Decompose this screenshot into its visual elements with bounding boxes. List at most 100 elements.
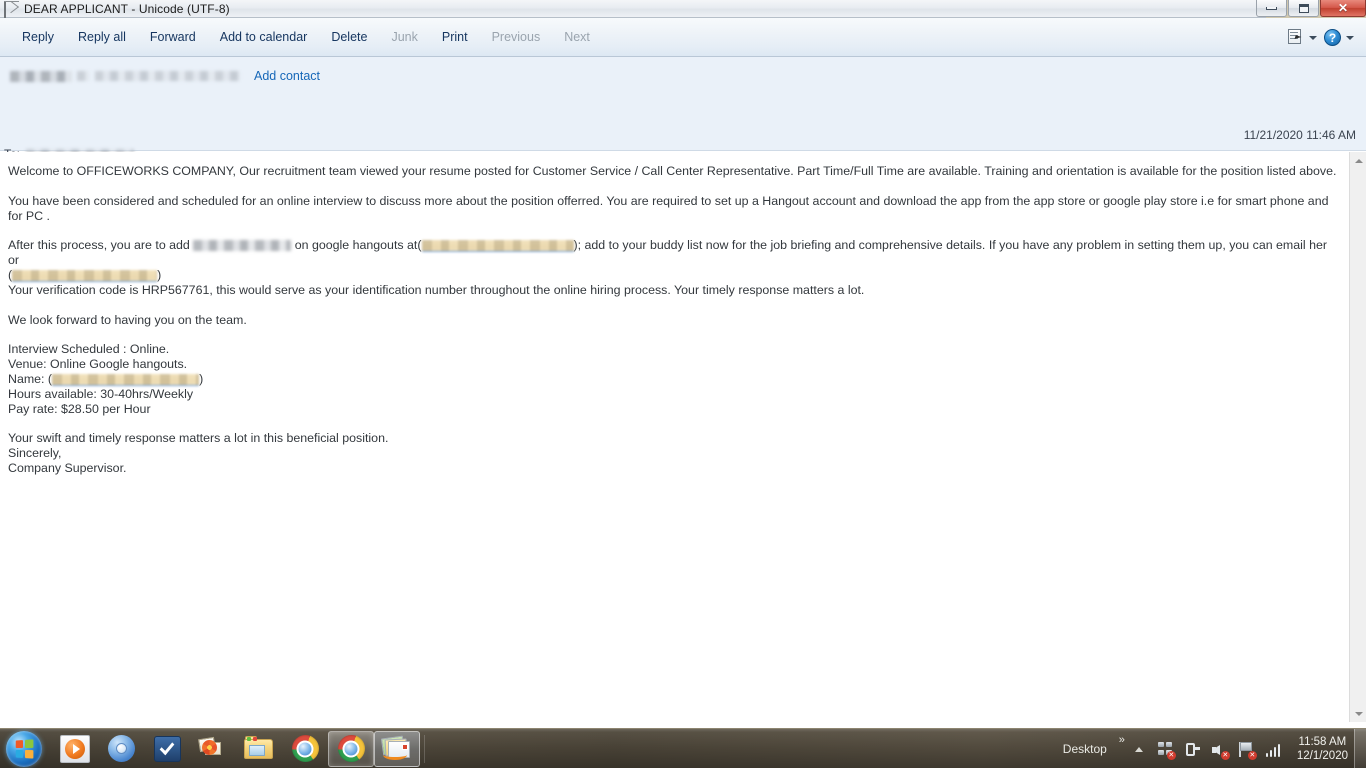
toolbar-reply[interactable]: Reply [14,27,62,47]
taskbar-checkmark-app[interactable] [144,731,190,767]
action-center-badge: ✕ [1247,750,1257,760]
body-signature: Company Supervisor. [8,460,127,475]
tray-desktop-label[interactable]: Desktop » [1062,734,1125,756]
show-hidden-icons-arrow-icon[interactable] [1134,746,1143,752]
sender-email-redacted [95,71,240,81]
screen: DEAR APPLICANT - Unicode (UTF-8) ✕ Reply… [0,0,1366,768]
scroll-down-arrow-icon [1354,711,1363,716]
scroll-down-button[interactable] [1350,705,1366,722]
message-body: Welcome to OFFICEWORKS COMPANY, Our recr… [0,152,1349,722]
hangouts-email-redacted [421,240,574,253]
envelope-icon [4,1,19,20]
alternate-email-redacted [12,269,158,282]
windows-logo-icon [15,738,34,759]
start-button[interactable] [6,730,42,767]
taskbar-windows-media-player[interactable] [52,731,98,767]
sender-name-redacted-2 [77,71,89,81]
minimize-icon [1266,6,1277,10]
maximize-restore-button[interactable] [1288,0,1319,17]
detail-name-label: Name: ( [8,371,53,386]
window-title-bar[interactable]: DEAR APPLICANT - Unicode (UTF-8) [0,0,1266,20]
help-icon[interactable]: ? [1324,29,1341,46]
body-paragraph-5: We look forward to having you on the tea… [8,312,247,327]
windows-media-player-icon [60,734,90,763]
detail-pay: Pay rate: $28.50 per Hour [8,401,151,416]
body-scrollbar[interactable] [1349,152,1366,722]
checkmark-app-icon [153,735,181,762]
window-controls: ✕ [1255,0,1366,18]
mail-toolbar: Reply Reply all Forward Add to calendar … [0,18,1366,57]
close-button[interactable]: ✕ [1320,0,1366,17]
p3-text-5: ) [157,267,162,282]
taskbar-divider [424,734,425,763]
taskbar-google-chrome[interactable] [282,731,328,767]
taskbar-file-explorer[interactable] [236,731,282,767]
message-date: 11/21/2020 11:46 AM [1243,128,1356,142]
detail-name-close: ) [199,371,204,386]
interviewer-name-redacted [52,373,200,386]
network-icon[interactable]: ✕ [1157,741,1176,760]
network-error-badge: ✕ [1166,750,1176,760]
clock-time: 11:58 AM [1298,736,1347,748]
detail-name: Name: () [8,372,1339,387]
window-title: DEAR APPLICANT - Unicode (UTF-8) [24,1,230,16]
toolbar-delete[interactable]: Delete [323,27,375,47]
detail-venue: Venue: Online Google hangouts. [8,357,188,372]
p3-text-1: After this process, you are to add [8,238,194,253]
toolbar-forward[interactable]: Forward [142,27,204,47]
body-paragraph-2: You have been considered and scheduled f… [8,193,1329,223]
google-chrome-icon [291,735,319,762]
contact-name-redacted [193,240,292,252]
signal-bars-icon[interactable] [1265,741,1282,758]
chevron-down-icon[interactable] [1309,35,1317,40]
scroll-up-arrow-icon [1354,158,1363,163]
google-chrome-window-icon [337,735,365,762]
photo-viewer-icon [198,736,228,762]
select-document-icon[interactable] [1287,29,1304,46]
p3-text-2: on google hangouts at( [291,238,422,253]
action-center-flag-icon[interactable]: ✕ [1238,741,1257,760]
chromium-icon [107,735,135,762]
show-desktop-button[interactable] [1354,729,1366,768]
taskbar-photo-viewer[interactable] [190,731,236,767]
taskbar-clock[interactable]: 11:58 AM 12/1/2020 [1297,735,1348,763]
speaker-muted-icon[interactable]: ✕ [1211,741,1230,760]
system-tray: Desktop » ✕ ✕ ✕ 11:58 AM 12/1/2020 [1063,729,1366,768]
restore-icon [1298,3,1309,13]
speaker-muted-badge: ✕ [1220,750,1230,760]
toolbar-previous: Previous [491,30,541,44]
body-paragraph-3-cont: () [8,268,1339,283]
toolbar-reply-all[interactable]: Reply all [70,27,134,47]
toolbar-print[interactable]: Print [434,27,476,47]
power-plug-icon[interactable] [1184,741,1201,758]
toolbar-next: Next [564,30,590,44]
clock-date: 12/1/2020 [1296,750,1348,762]
sender-name-redacted [10,70,72,82]
windows-taskbar: Desktop » ✕ ✕ ✕ 11:58 AM 12/1/2020 [0,728,1366,768]
toolbar-add-to-calendar[interactable]: Add to calendar [212,27,316,47]
help-chevron-down-icon[interactable] [1346,35,1354,40]
body-paragraph-3: After this process, you are to add on go… [8,238,1339,268]
body-signoff: Sincerely, [8,446,62,461]
close-icon: ✕ [1337,1,1349,15]
message-header: Add contact To: , 11/21/2020 11:46 AM DE… [0,57,1366,190]
mail-window-icon [380,735,412,762]
tray-desktop-text: Desktop [1062,742,1107,756]
taskbar-chromium[interactable] [98,731,144,767]
taskbar-mail-window[interactable] [374,730,420,767]
sender-row: Add contact [10,69,320,83]
tray-overflow-icon[interactable]: » [1119,734,1125,746]
file-explorer-icon [244,736,274,761]
detail-hours: Hours available: 30-40hrs/Weekly [8,386,194,401]
toolbar-right-group: ? [1287,18,1358,57]
detail-interview: Interview Scheduled : Online. [8,342,170,357]
body-paragraph-1: Welcome to OFFICEWORKS COMPANY, Our recr… [8,164,1337,178]
add-contact-link[interactable]: Add contact [254,69,320,83]
taskbar-apps [52,730,429,767]
scroll-up-button[interactable] [1350,152,1366,169]
taskbar-chrome-window[interactable] [328,730,374,767]
minimize-button[interactable] [1256,0,1287,17]
body-paragraph-6: Your swift and timely response matters a… [8,431,389,446]
body-paragraph-4: Your verification code is HRP567761, thi… [8,282,865,297]
toolbar-junk: Junk [391,30,418,44]
